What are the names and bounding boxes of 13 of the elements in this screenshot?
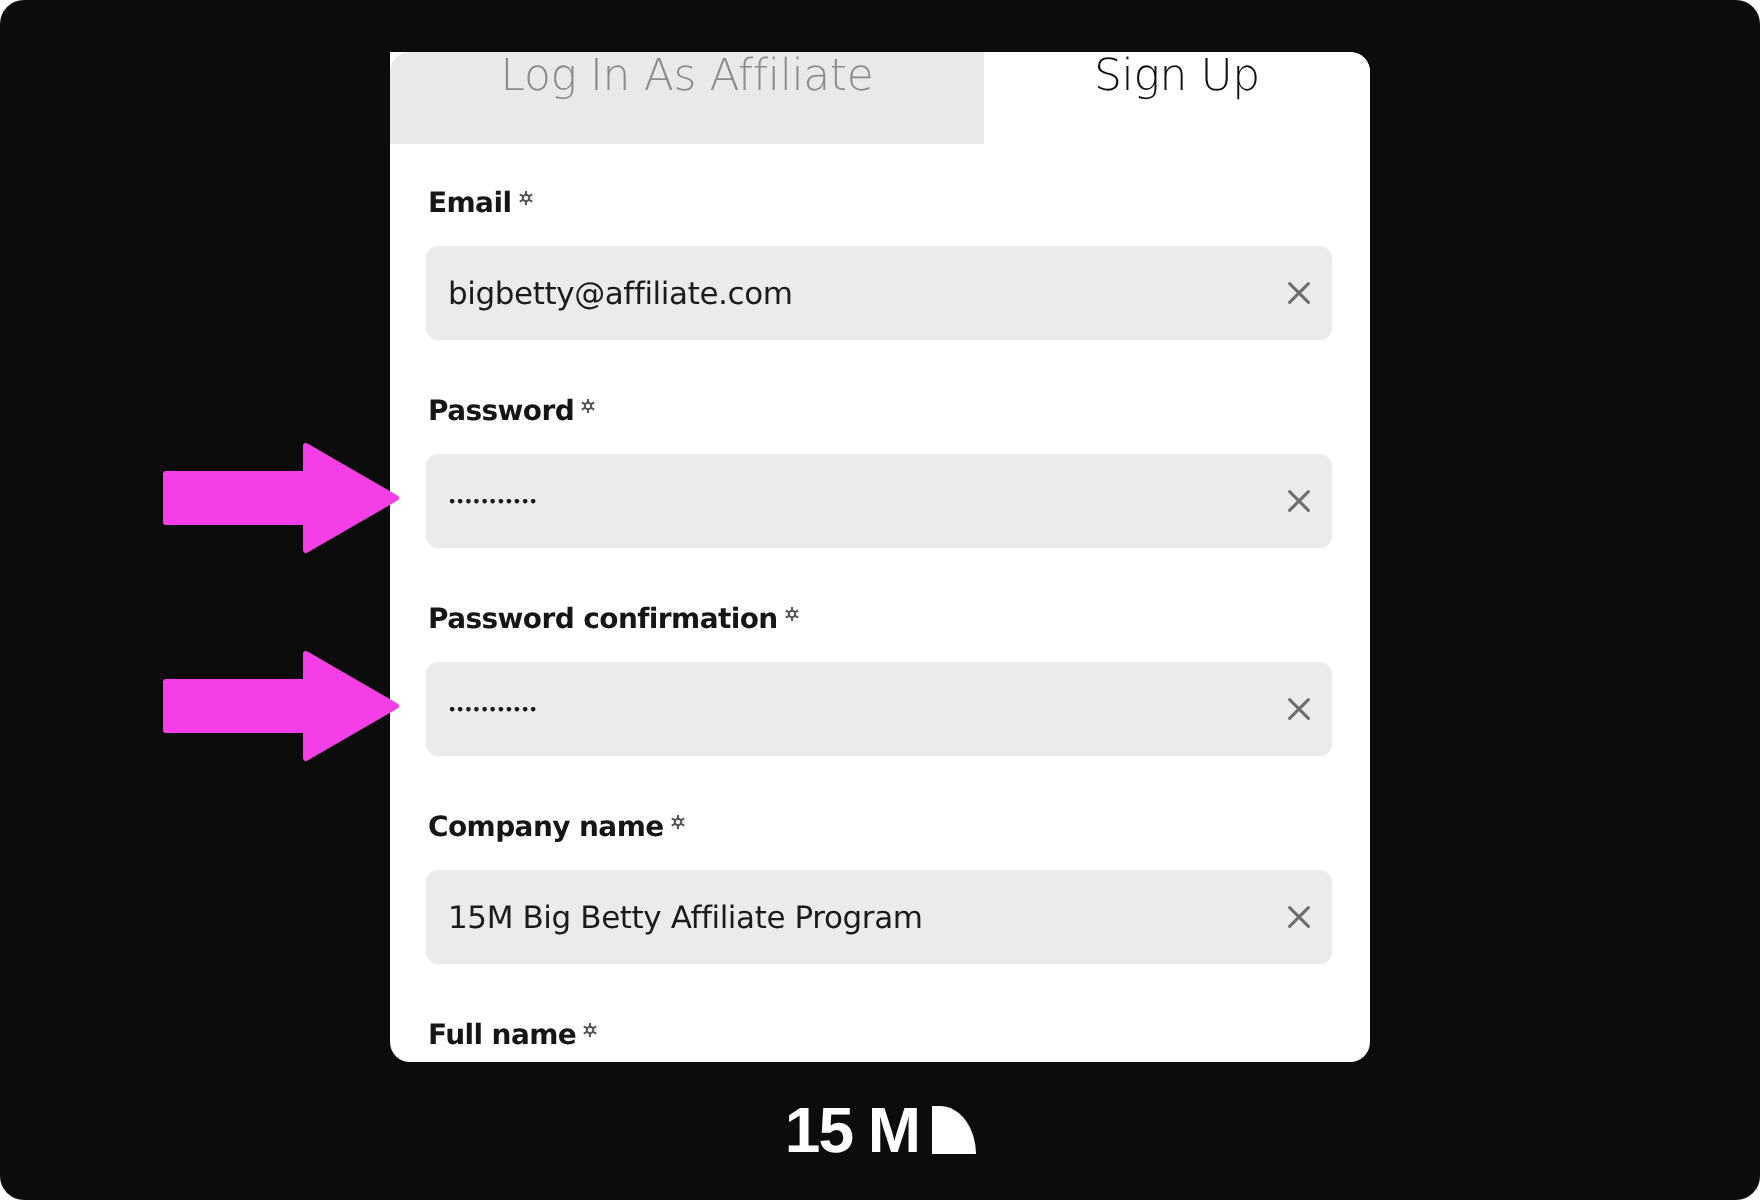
clear-icon[interactable] [1288,490,1310,512]
field-label: Company name [428,810,664,848]
logo-text: 15 M [784,1098,920,1162]
clear-icon[interactable] [1288,906,1310,928]
field-label: Email [428,186,512,224]
clear-icon[interactable] [1288,282,1310,304]
clear-icon[interactable] [1288,698,1310,720]
field-label: Password [428,394,575,432]
input-field[interactable]: 15M Big Betty Affiliate Program [426,870,1332,964]
input-field[interactable]: bigbetty@affiliate.com [426,246,1332,340]
logo-shape-icon [931,1106,976,1154]
field-label: Password confirmation [428,602,778,640]
field-label: Full name [428,1018,577,1056]
